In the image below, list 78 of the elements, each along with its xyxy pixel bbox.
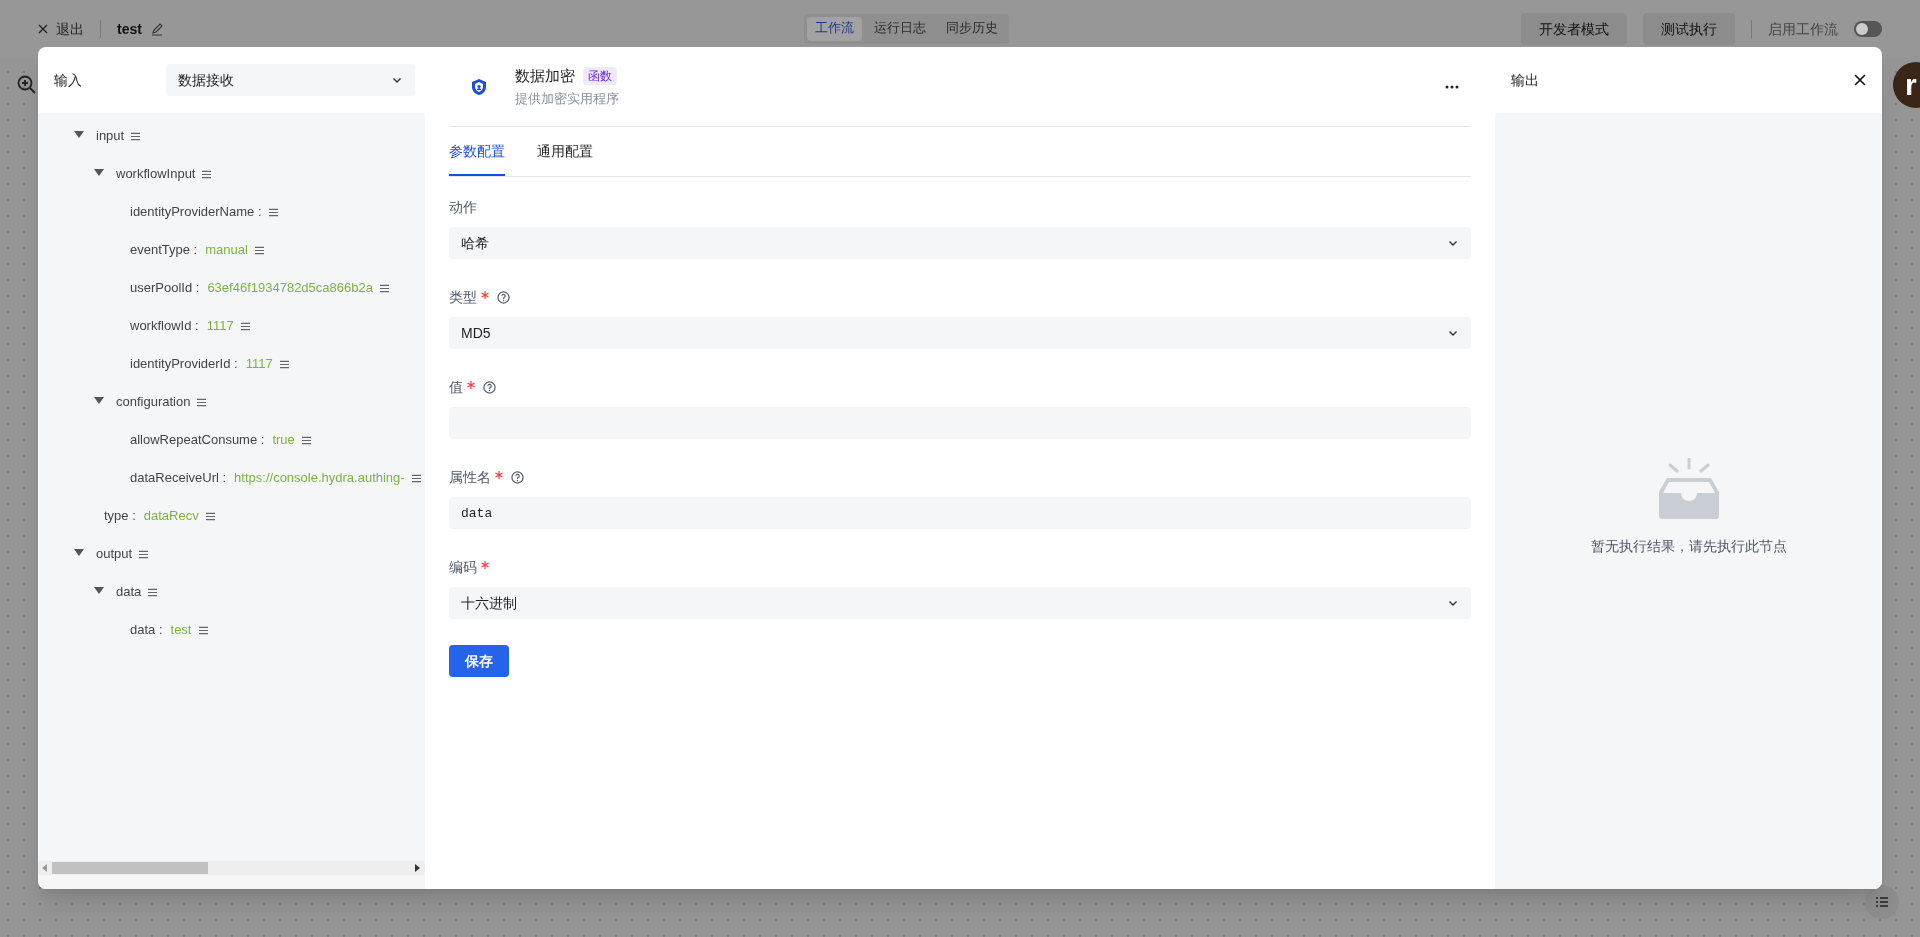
tree-key: type : [104, 506, 136, 526]
menu-icon[interactable] [300, 435, 312, 445]
field-label: 动作 [449, 198, 477, 217]
menu-icon[interactable] [196, 397, 208, 407]
view-tab[interactable]: 运行日志 [865, 16, 934, 41]
workflow-title: test [117, 19, 142, 39]
menu-icon[interactable] [201, 169, 213, 179]
toolbar-button[interactable]: 测试执行 [1643, 12, 1735, 45]
help-icon[interactable] [483, 380, 496, 394]
exit-button[interactable]: 退出 [38, 18, 84, 39]
menu-icon[interactable] [204, 511, 216, 521]
tree-key: input [96, 126, 125, 146]
help-icon[interactable] [497, 290, 510, 304]
view-tab[interactable]: 同步历史 [937, 16, 1006, 41]
menu-icon[interactable] [410, 473, 422, 483]
tree-key: allowRepeatConsume : [130, 430, 265, 450]
field-label: 类型 [449, 288, 477, 307]
tree-value: manual [205, 241, 248, 260]
scroll-right-icon[interactable] [415, 864, 421, 872]
tree-key: workflowInput [116, 164, 196, 184]
panel-title: 输出 [1511, 71, 1539, 90]
tree-key: identityProviderId : [130, 354, 238, 374]
config-tab[interactable]: 参数配置 [449, 127, 505, 176]
close-icon[interactable] [1854, 74, 1866, 86]
input-field[interactable]: data [449, 497, 1471, 529]
node-subtitle: 提供加密实用程序 [515, 90, 619, 108]
zoom-icon[interactable] [16, 74, 38, 96]
select-field[interactable]: MD5 [449, 317, 1471, 349]
edit-icon[interactable] [149, 21, 164, 36]
list-icon [1876, 897, 1888, 907]
menu-icon[interactable] [197, 625, 209, 635]
select-field[interactable]: 哈希 [449, 227, 1471, 259]
more-icon[interactable] [1445, 84, 1459, 89]
menu-icon[interactable] [130, 131, 142, 141]
tree-key: data [116, 582, 142, 602]
tree-value: 63ef46f1934782d5ca866b2a [207, 279, 373, 298]
tree-key: eventType : [130, 240, 198, 260]
tree-value: 1117 [245, 355, 273, 374]
tree-key: workflowId : [130, 316, 199, 336]
menu-icon[interactable] [267, 207, 279, 217]
menu-icon[interactable] [147, 587, 159, 597]
tree-value: https://console.hydra.authing- [234, 469, 405, 488]
node-title: 数据加密 [515, 65, 575, 86]
enable-toggle[interactable] [1854, 20, 1882, 37]
field-label: 属性名 [449, 468, 491, 487]
close-icon [38, 23, 48, 34]
menu-icon[interactable] [253, 245, 265, 255]
tree-key: data : [130, 620, 163, 640]
tree-key: output [96, 544, 133, 564]
field-label: 值 [449, 378, 463, 397]
menu-icon[interactable] [239, 321, 251, 331]
tree-value: 1117 [206, 317, 234, 336]
tree-key: dataReceiveUrl : [130, 468, 227, 488]
field-label: 编码 [449, 558, 477, 577]
menu-icon[interactable] [138, 549, 150, 559]
toolbar-button[interactable]: 开发者模式 [1521, 12, 1627, 45]
tree-key: configuration [116, 392, 191, 412]
list-button[interactable] [1865, 885, 1899, 919]
toggle-label: 启用工作流 [1768, 19, 1838, 39]
menu-icon[interactable] [378, 283, 390, 293]
type-badge: 函数 [583, 66, 617, 85]
select-field[interactable]: 十六进制 [449, 587, 1471, 619]
panel-title: 输入 [54, 71, 83, 90]
horizontal-scrollbar[interactable] [38, 861, 425, 875]
tree-value: test [170, 621, 192, 640]
config-tab[interactable]: 通用配置 [537, 127, 593, 176]
tree-value: dataRecv [143, 507, 199, 526]
shield-icon [470, 77, 488, 96]
empty-message: 暂无执行结果，请先执行此节点 [1590, 537, 1787, 556]
save-button[interactable]: 保存 [449, 645, 509, 677]
menu-icon[interactable] [278, 359, 290, 369]
tree-value: true [272, 431, 295, 450]
user-avatar[interactable]: r [1893, 62, 1920, 108]
view-tab[interactable]: 工作流 [806, 16, 862, 41]
tree-key: identityProviderName : [130, 202, 262, 222]
tree-key: userPoolId : [130, 278, 200, 298]
source-select[interactable]: 数据接收 [166, 64, 415, 96]
help-icon[interactable] [511, 470, 524, 484]
